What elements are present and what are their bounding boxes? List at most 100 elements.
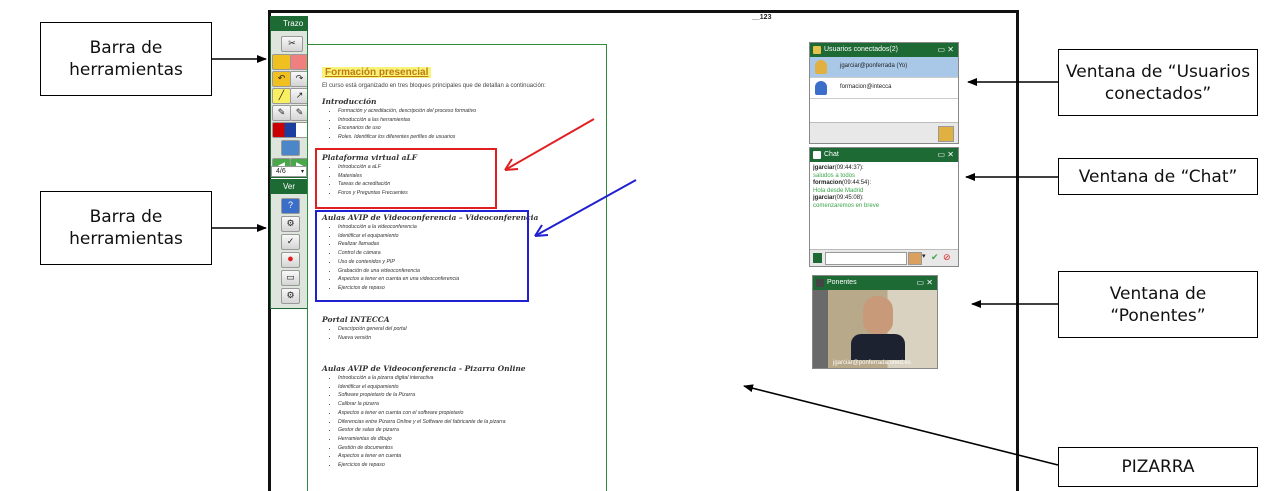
user-name: formacion@intecca bbox=[840, 84, 892, 90]
cancel-icon[interactable]: ⊘ bbox=[943, 252, 951, 263]
chat-input[interactable] bbox=[825, 252, 907, 265]
user-name: jgarciar@ponferrada (Yo) bbox=[840, 63, 908, 69]
chat-text: Hola desde Madrid bbox=[813, 187, 864, 194]
section-heading: Introducción bbox=[322, 97, 377, 106]
chat-author: jgarciar bbox=[813, 195, 835, 201]
chat-icon bbox=[813, 151, 821, 159]
pencil-tool-icon[interactable]: ✎ bbox=[272, 105, 291, 121]
callout-toolbar-top: Barra de herramientas bbox=[40, 22, 212, 96]
ponentes-window-header[interactable]: Ponentes ▭ ✕ bbox=[813, 276, 937, 290]
section-list: Descripción general del portal Nueva ver… bbox=[330, 325, 407, 342]
chat-time: (09:45:08): bbox=[834, 195, 864, 201]
help-icon[interactable]: ? bbox=[281, 198, 300, 214]
list-item: Introducción a la pizarra digital intera… bbox=[338, 374, 506, 383]
chat-input-bar: ▾ ✔ ⊘ bbox=[810, 249, 958, 266]
list-item: Aspectos a tener en cuenta con el softwa… bbox=[338, 409, 506, 418]
chat-text: saludos a todos bbox=[813, 172, 856, 179]
list-item: Escenarios de uso bbox=[338, 124, 476, 133]
highlighter-tool-icon[interactable]: ╱ bbox=[272, 88, 291, 104]
ponentes-window-title: Ponentes bbox=[827, 279, 857, 286]
ver-palette: Ver ? ⚙ ✓ ● ▭ ⚙ bbox=[270, 179, 308, 309]
ponentes-window: Ponentes ▭ ✕ jgarciar@ponferrada.uned.es bbox=[812, 275, 938, 369]
document-title: Formación presencial bbox=[322, 67, 432, 78]
page-indicator-value: 4/6 bbox=[276, 168, 286, 175]
edit-icon[interactable]: ✓ bbox=[281, 234, 300, 250]
emoticon-icon[interactable] bbox=[908, 252, 922, 265]
chat-window-header[interactable]: Chat ▭ ✕ bbox=[810, 148, 958, 162]
callout-pizarra: PIZARRA bbox=[1058, 447, 1258, 487]
list-item: Descripción general del portal bbox=[338, 325, 407, 334]
section-heading: Portal INTECCA bbox=[322, 315, 390, 324]
list-item: Identificar el equipamiento bbox=[338, 383, 506, 392]
section-list: Introducción a la pizarra digital intera… bbox=[330, 374, 506, 470]
window-controls-icon[interactable]: ▭ ✕ bbox=[938, 148, 954, 162]
red-annotation-box bbox=[315, 148, 497, 209]
pointer-tool-icon[interactable]: ✂ bbox=[281, 36, 303, 52]
callout-ponentes-window: Ventana de “Ponentes” bbox=[1058, 271, 1258, 338]
list-item: Roles. Identificar los diferentes perfil… bbox=[338, 133, 476, 142]
list-item: Formación y acreditación, descripción de… bbox=[338, 107, 476, 116]
callout-users-window: Ventana de “Usuarios conectados” bbox=[1058, 49, 1258, 116]
chat-time: (09:44:54): bbox=[842, 180, 872, 186]
list-item: Introducción a las herramientas bbox=[338, 116, 476, 125]
user-avatar-icon bbox=[815, 60, 827, 74]
trazo-palette-header[interactable]: Trazo bbox=[271, 17, 307, 31]
users-icon bbox=[813, 46, 821, 54]
list-item[interactable]: jgarciar@ponferrada (Yo) bbox=[810, 57, 958, 78]
blue-annotation-box bbox=[315, 210, 529, 302]
document-intro: El curso está organizado en tres bloques… bbox=[322, 83, 546, 89]
chat-window: Chat ▭ ✕ jgarciar(09:44:37): saludos a t… bbox=[809, 147, 959, 267]
video-feed: jgarciar@ponferrada.uned.es bbox=[813, 290, 937, 368]
chat-messages: jgarciar(09:44:37): saludos a todos form… bbox=[810, 162, 958, 213]
video-icon bbox=[816, 279, 824, 287]
chat-author: formacion bbox=[813, 180, 843, 186]
settings-icon[interactable]: ⚙ bbox=[281, 216, 300, 232]
chat-window-title: Chat bbox=[824, 151, 839, 158]
section-heading: Aulas AVIP de Videoconferencia - Pizarra… bbox=[322, 364, 526, 373]
speaker-body bbox=[851, 334, 905, 360]
callout-toolbar-bottom: Barra de herramientas bbox=[40, 191, 212, 265]
list-item: Diferencias entre Pizarra Online y el So… bbox=[338, 418, 506, 427]
ponentes-caption: jgarciar@ponferrada.uned.es bbox=[833, 360, 911, 366]
list-item: Nueva versión bbox=[338, 334, 407, 343]
user-avatar-icon bbox=[815, 81, 827, 95]
users-window-title: Usuarios conectados(2) bbox=[824, 46, 898, 53]
window-controls-icon[interactable]: ▭ ✕ bbox=[917, 276, 933, 290]
users-window-header[interactable]: Usuarios conectados(2) ▭ ✕ bbox=[810, 43, 958, 57]
trazo-title: Trazo bbox=[283, 19, 304, 28]
chat-text: comenzaremos en breve bbox=[813, 202, 880, 209]
chevron-down-icon[interactable]: ▾ bbox=[301, 167, 304, 177]
users-footer bbox=[810, 122, 958, 143]
trazo-palette: Trazo ✂ ↶ ↷ ╱ ↗ ✎ ✎ ◀ ▶ bbox=[270, 16, 309, 178]
list-item: Gestión de documentos bbox=[338, 444, 506, 453]
lock-icon[interactable] bbox=[281, 140, 300, 156]
ver-palette-header[interactable]: Ver bbox=[271, 180, 307, 194]
callout-chat-window: Ventana de “Chat” bbox=[1058, 158, 1258, 195]
users-window: Usuarios conectados(2) ▭ ✕ jgarciar@ponf… bbox=[809, 42, 959, 144]
section-list: Formación y acreditación, descripción de… bbox=[330, 107, 476, 142]
list-item: Gestor de salas de pizarra bbox=[338, 426, 506, 435]
page-number: __123 bbox=[752, 14, 772, 21]
chat-time: (09:44:37): bbox=[834, 165, 864, 171]
color-picker-icon[interactable] bbox=[272, 122, 309, 138]
list-item: Aspectos a tener en cuenta bbox=[338, 452, 506, 461]
speaker-head bbox=[863, 296, 893, 334]
list-item: Software propietario de la Pizarra bbox=[338, 391, 506, 400]
screen-icon[interactable]: ▭ bbox=[281, 270, 300, 286]
list-item: Herramientas de dibujo bbox=[338, 435, 506, 444]
chat-toggle-icon[interactable] bbox=[813, 253, 822, 263]
gear-icon[interactable]: ⚙ bbox=[281, 288, 300, 304]
page-indicator[interactable]: 4/6 ▾ bbox=[271, 166, 307, 177]
window-controls-icon[interactable]: ▭ ✕ bbox=[938, 43, 954, 57]
chat-author: jgarciar bbox=[813, 165, 835, 171]
record-icon[interactable]: ● bbox=[281, 252, 300, 268]
list-item[interactable]: formacion@intecca bbox=[810, 78, 958, 99]
chevron-down-icon[interactable]: ▾ bbox=[922, 252, 926, 260]
undo-icon[interactable]: ↶ bbox=[272, 71, 291, 87]
ver-title: Ver bbox=[283, 182, 296, 191]
user-action-icon[interactable] bbox=[938, 126, 954, 142]
list-item: Calibrar la pizarra bbox=[338, 400, 506, 409]
list-item: Ejercicios de repaso bbox=[338, 461, 506, 470]
send-icon[interactable]: ✔ bbox=[931, 252, 939, 263]
fill-tool-icon[interactable] bbox=[272, 54, 291, 70]
